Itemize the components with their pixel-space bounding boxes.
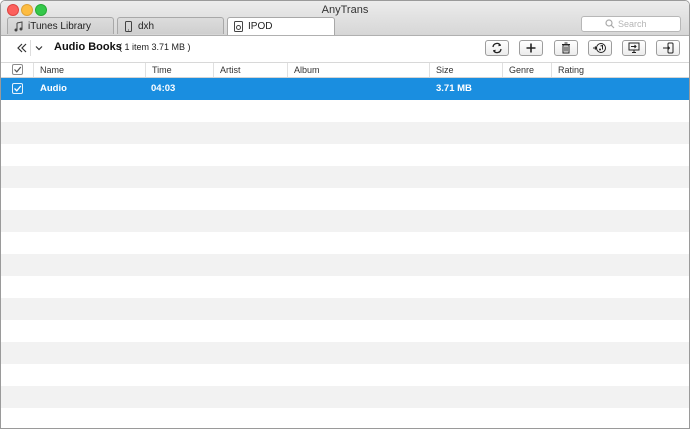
column-header-genre[interactable]: Genre bbox=[502, 63, 551, 77]
tab-ipod[interactable]: IPOD bbox=[227, 17, 335, 35]
delete-icon bbox=[562, 42, 570, 54]
ipod-icon bbox=[234, 21, 243, 32]
music-note-icon bbox=[14, 21, 23, 32]
empty-row bbox=[1, 364, 689, 386]
refresh-icon bbox=[492, 42, 502, 54]
tab-label: iTunes Library bbox=[28, 21, 91, 32]
empty-row bbox=[1, 144, 689, 166]
tab-dxh[interactable]: dxh bbox=[117, 17, 224, 34]
empty-row bbox=[1, 166, 689, 188]
transfer-to-itunes-button[interactable] bbox=[588, 40, 612, 56]
column-header-rating[interactable]: Rating bbox=[551, 63, 689, 77]
empty-row bbox=[1, 232, 689, 254]
category-title: Audio Books bbox=[54, 41, 122, 53]
table-row[interactable]: Audio 04:03 3.71 MB bbox=[1, 78, 689, 100]
category-info: ( 1 item 3.71 MB ) bbox=[119, 42, 191, 52]
add-icon bbox=[526, 43, 536, 53]
empty-row bbox=[1, 254, 689, 276]
transfer-to-computer-button[interactable] bbox=[622, 40, 646, 56]
column-header-time[interactable]: Time bbox=[145, 63, 213, 77]
search-icon bbox=[605, 19, 615, 29]
refresh-button[interactable] bbox=[485, 40, 509, 56]
tab-label: IPOD bbox=[248, 21, 273, 32]
select-all-checkbox[interactable] bbox=[12, 64, 23, 75]
app-window: AnyTrans iTunes Library dxh IPOD Search … bbox=[0, 0, 690, 429]
to-computer-icon bbox=[628, 42, 640, 53]
search-placeholder: Search bbox=[618, 19, 647, 29]
to-itunes-icon bbox=[593, 43, 606, 53]
checkmark-icon bbox=[14, 66, 22, 73]
cell-size: 3.71 MB bbox=[436, 83, 472, 94]
empty-row bbox=[1, 122, 689, 144]
toolbar: Audio Books ( 1 item 3.71 MB ) bbox=[1, 36, 689, 63]
checkmark-icon bbox=[14, 85, 22, 92]
column-header-name[interactable]: Name bbox=[33, 63, 145, 77]
add-button[interactable] bbox=[519, 40, 543, 56]
delete-button[interactable] bbox=[554, 40, 578, 56]
window-title: AnyTrans bbox=[321, 4, 369, 16]
empty-row bbox=[1, 210, 689, 232]
tab-itunes-library[interactable]: iTunes Library bbox=[7, 17, 114, 34]
empty-row bbox=[1, 386, 689, 408]
empty-row bbox=[1, 188, 689, 210]
tab-label: dxh bbox=[138, 21, 155, 32]
column-header-size[interactable]: Size bbox=[429, 63, 502, 77]
double-chevron-left-icon[interactable] bbox=[15, 41, 29, 55]
row-checkbox[interactable] bbox=[12, 83, 23, 94]
divider bbox=[30, 40, 31, 56]
empty-row bbox=[1, 100, 689, 122]
cell-time: 04:03 bbox=[151, 83, 176, 94]
to-device-icon bbox=[663, 42, 674, 54]
cell-name: Audio bbox=[40, 83, 67, 94]
empty-row bbox=[1, 298, 689, 320]
empty-row bbox=[1, 276, 689, 298]
column-header-artist[interactable]: Artist bbox=[213, 63, 287, 77]
table-body: Audio 04:03 3.71 MB bbox=[1, 78, 689, 428]
iphone-icon bbox=[125, 21, 132, 32]
transfer-to-device-button[interactable] bbox=[656, 40, 680, 56]
empty-row bbox=[1, 342, 689, 364]
chevron-down-icon[interactable] bbox=[33, 42, 45, 54]
search-input[interactable]: Search bbox=[581, 16, 681, 32]
table-header: Name Time Artist Album Size Genre Rating bbox=[1, 63, 689, 78]
empty-row bbox=[1, 408, 689, 428]
title-bar: AnyTrans iTunes Library dxh IPOD Search bbox=[1, 1, 689, 36]
empty-row bbox=[1, 320, 689, 342]
column-header-album[interactable]: Album bbox=[287, 63, 429, 77]
